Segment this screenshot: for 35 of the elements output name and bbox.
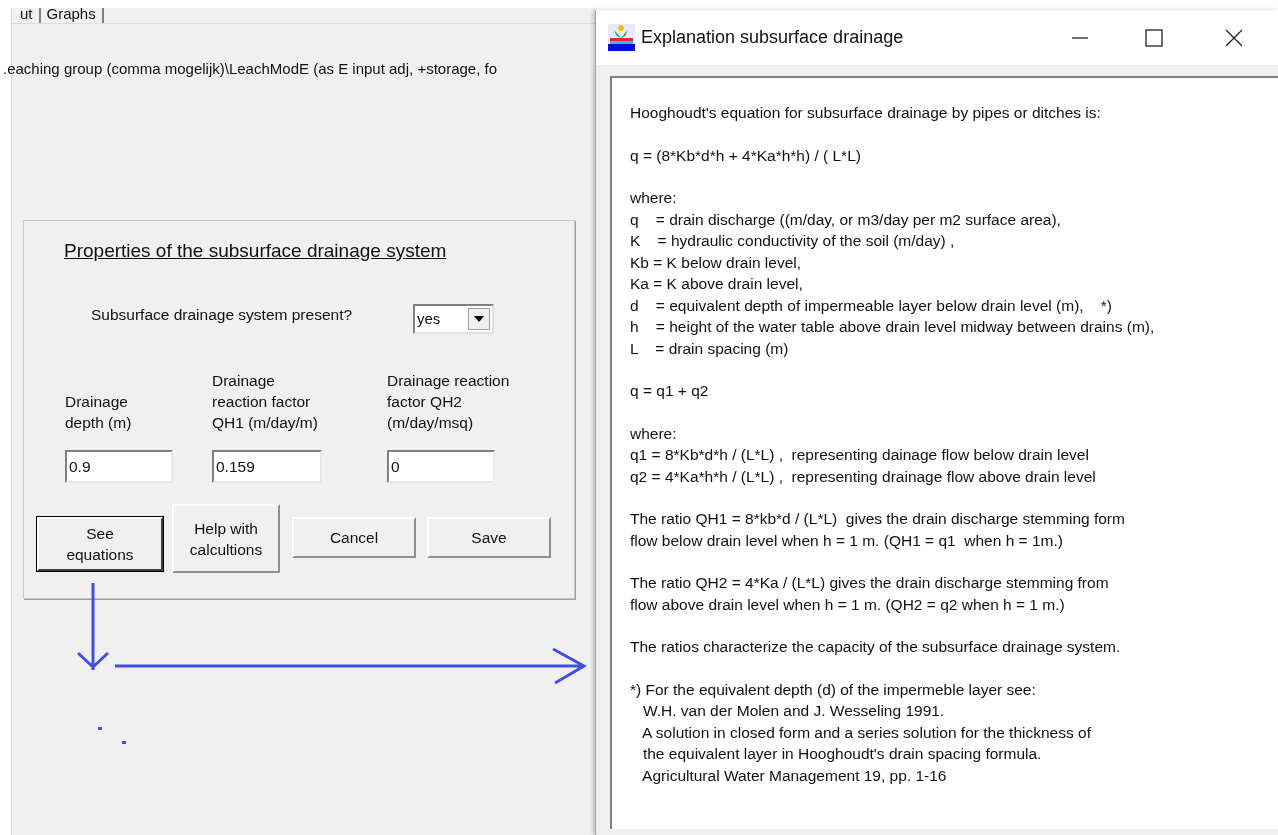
explanation-paragraph: where: q1 = 8*Kb*d*h / (L*L) , representing dainage flow below drain level q2 = 4*Ka*h*h / (L*L) , representing drainage flow above drain level bbox=[630, 423, 1097, 487]
dropdown[interactable]: yes bbox=[413, 304, 494, 334]
input-field[interactable]: 0.159 bbox=[212, 450, 322, 483]
panel-title: Properties of the subsurface drainage system bbox=[64, 239, 447, 263]
field-label: Drainage reaction factor QH1 (m/day/m) bbox=[212, 371, 319, 433]
dropdown-value: yes bbox=[417, 308, 441, 329]
caret-icon bbox=[474, 316, 484, 322]
explanation-paragraph: q = q1 + q2 bbox=[630, 381, 710, 401]
close-icon bbox=[1225, 28, 1243, 47]
explanation-paragraph: *) For the equivalent depth (d) of the impermeble layer see: W.H. van der Molen and J. Wesseling 1991. A solution in closed form and a series solution for the thickness of the equivalent layer in Hooghoudt's drain spacing formula. Agricultural Water Management 19, pp. 1-16 bbox=[630, 679, 1092, 786]
dialog-button[interactable]: See equations bbox=[37, 517, 163, 571]
dialog-button[interactable]: Save bbox=[427, 517, 551, 558]
tab[interactable]: Graphs bbox=[40, 8, 104, 23]
field-label: Drainage depth (m) bbox=[65, 392, 133, 433]
explanation-paragraph: where: q = drain discharge ((m/day, or m3/day per m2 surface area), K = hydraulic conductivity of the soil (m/day) , Kb = K below drain level, Ka = K above drain level, d = equivalent depth of impermeable layer below drain level (m), *) h = height of the water table above drain level midway between drains (m), L = drain spacing (m) bbox=[630, 188, 1156, 359]
window-title: Explanation subsurface drainage bbox=[641, 26, 904, 49]
dot-mark bbox=[98, 727, 102, 730]
input-field[interactable]: 0 bbox=[387, 450, 495, 483]
field-label: Drainage reaction factor QH2 (m/day/msq) bbox=[387, 371, 511, 433]
minimize-icon bbox=[1071, 36, 1089, 39]
dialog-button[interactable]: Cancel bbox=[292, 517, 416, 558]
explanation-paragraph: The ratio QH2 = 4*Ka / (L*L) gives the drain discharge stemming from flow above drain level when h = 1 m. (QH2 = q2 when h = 1 m.) bbox=[630, 573, 1110, 615]
app-icon bbox=[608, 24, 635, 51]
dropdown-arrow-button[interactable] bbox=[468, 308, 490, 330]
path-text: .eaching group (comma mogelijk)\LeachModE (as E input adj, +storage, fo bbox=[3, 59, 498, 79]
input-field[interactable]: 0.9 bbox=[65, 450, 173, 483]
explanation-paragraph: The ratios characterize the capacity of the subsurface drainage system. bbox=[630, 637, 1122, 657]
maximize-icon bbox=[1145, 28, 1163, 47]
explanation-paragraph: The ratio QH1 = 8*kb*d / (L*L) gives the drain discharge stemming form flow below drain level when h = 1 m. (QH1 = q1 when h = 1m.) bbox=[630, 509, 1126, 551]
question-label: Subsurface drainage system present? bbox=[91, 305, 353, 325]
tab[interactable]: ut bbox=[14, 8, 41, 23]
explanation-paragraph: Hooghoudt's equation for subsurface drainage by pipes or ditches is: bbox=[630, 103, 1102, 123]
explanation-paragraph: q = (8*Kb*d*h + 4*Ka*h*h) / ( L*L) bbox=[630, 145, 862, 166]
dialog-button[interactable]: Help with calcultions bbox=[172, 504, 280, 573]
dot-mark bbox=[122, 741, 126, 744]
